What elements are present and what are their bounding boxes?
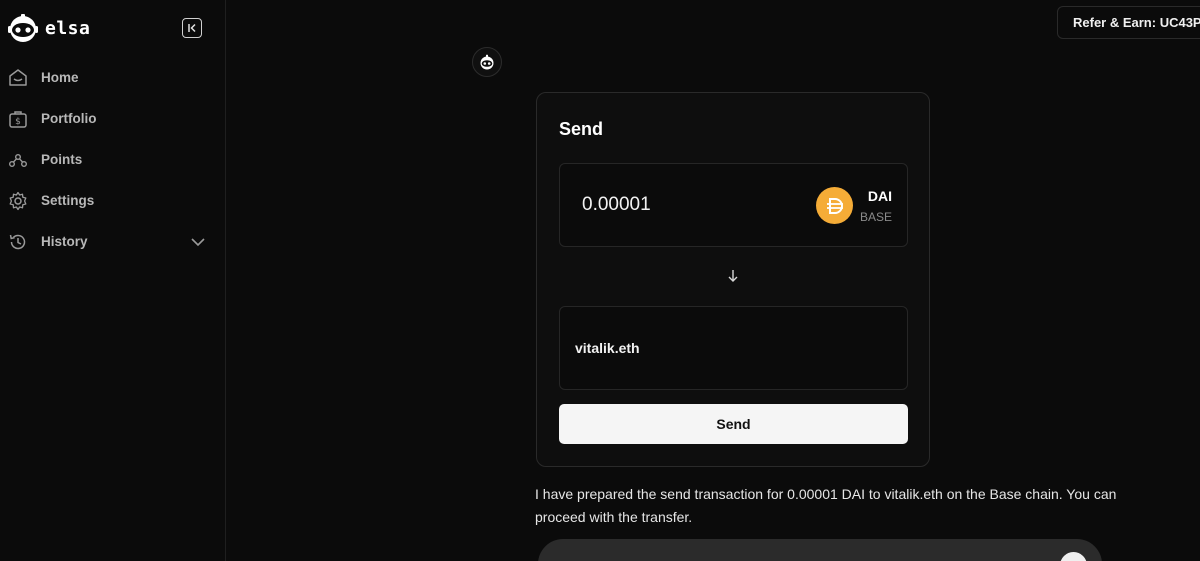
history-icon xyxy=(8,232,28,252)
refer-earn-button[interactable]: Refer & Earn: UC43P xyxy=(1057,6,1200,39)
collapse-sidebar-button[interactable] xyxy=(182,18,202,38)
submit-button[interactable] xyxy=(1060,552,1087,561)
arrow-down-icon xyxy=(726,268,740,284)
points-icon xyxy=(8,150,28,170)
gear-icon xyxy=(8,191,28,211)
brand[interactable]: elsa xyxy=(7,13,90,43)
home-icon xyxy=(8,68,28,88)
send-card-title: Send xyxy=(559,119,604,139)
recipient-value[interactable]: vitalik.eth xyxy=(575,340,640,356)
token-chain: BASE xyxy=(859,210,892,224)
sidebar-item-label: History xyxy=(41,234,88,249)
assistant-avatar xyxy=(472,47,502,77)
sidebar-item-settings[interactable]: Settings xyxy=(0,180,226,221)
sidebar-item-home[interactable]: Home xyxy=(0,57,226,98)
chat-input-bar[interactable] xyxy=(538,539,1102,561)
svg-text:$: $ xyxy=(15,117,21,127)
sidebar-item-portfolio[interactable]: $ Portfolio xyxy=(0,98,226,139)
sidebar-item-points[interactable]: Points xyxy=(0,139,226,180)
token-symbol: DAI xyxy=(867,188,892,204)
robot-logo-icon xyxy=(8,14,38,42)
amount-value[interactable]: 0.00001 xyxy=(582,194,651,216)
send-button[interactable]: Send xyxy=(559,404,908,444)
sidebar-item-label: Points xyxy=(41,152,83,167)
assistant-message: I have prepared the send transaction for… xyxy=(535,486,1117,525)
sidebar-item-label: Portfolio xyxy=(41,111,97,126)
recipient-field[interactable]: vitalik.eth xyxy=(559,306,908,390)
brand-name: elsa xyxy=(45,17,91,39)
collapse-sidebar-icon xyxy=(188,23,196,33)
chevron-down-icon[interactable] xyxy=(190,234,206,250)
sidebar: elsa Home $ Portfolio Points Settings Hi… xyxy=(0,0,226,561)
send-card: Send 0.00001 DAI BASE vitalik.eth Send xyxy=(536,92,930,467)
robot-icon xyxy=(480,54,494,70)
sidebar-item-label: Settings xyxy=(41,193,95,208)
portfolio-icon: $ xyxy=(8,109,28,129)
sidebar-item-history[interactable]: History xyxy=(0,221,226,262)
dai-token-icon xyxy=(816,187,853,224)
sidebar-nav: Home $ Portfolio Points Settings History xyxy=(0,57,226,262)
amount-field[interactable]: 0.00001 DAI BASE xyxy=(559,163,908,247)
sidebar-item-label: Home xyxy=(41,70,79,85)
